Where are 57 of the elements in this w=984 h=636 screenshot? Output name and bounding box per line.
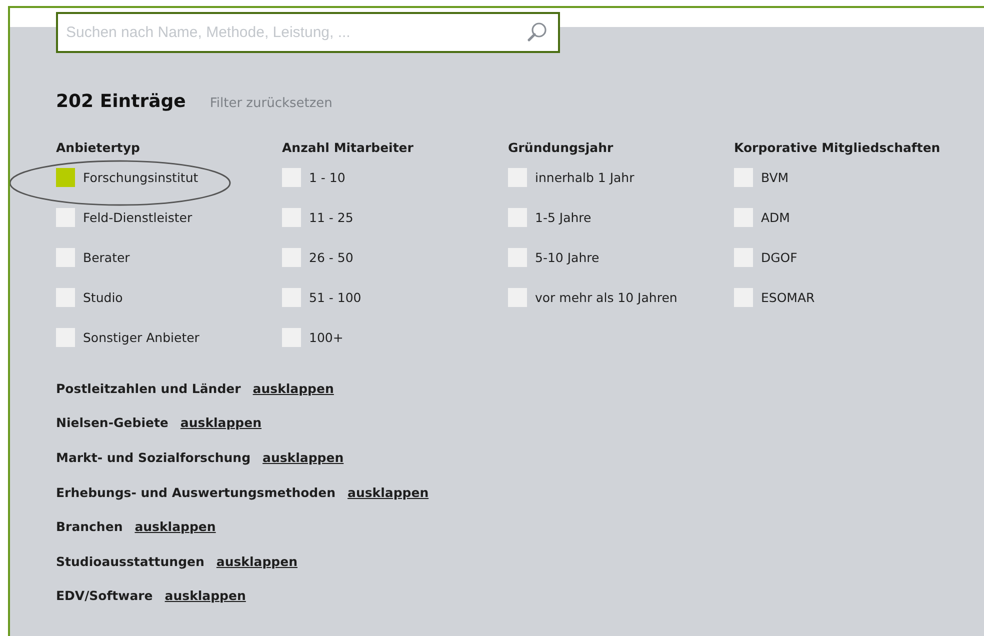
checkbox[interactable]	[56, 288, 75, 306]
section-title: Studioausstattungen	[56, 554, 204, 569]
expand-link[interactable]: ausklappen	[164, 588, 246, 604]
filter-option[interactable]: innerhalb 1 Jahr	[508, 161, 734, 193]
filter-option[interactable]: 100+	[282, 317, 508, 357]
expand-link[interactable]: ausklappen	[262, 450, 344, 465]
checkbox[interactable]	[282, 248, 301, 266]
expand-link[interactable]: ausklappen	[134, 519, 216, 534]
checkbox[interactable]	[508, 168, 527, 186]
checkbox[interactable]	[508, 208, 527, 226]
checkbox[interactable]	[734, 168, 753, 186]
section-title: EDV/Software	[56, 588, 153, 604]
checkbox[interactable]	[56, 168, 75, 186]
filter-group-title: Korporative Mitgliedschaften	[734, 140, 942, 155]
filter-option[interactable]: 11 - 25	[282, 197, 508, 237]
filter-group-title: Gründungsjahr	[508, 140, 614, 155]
filter-option[interactable]: 1-5 Jahre	[508, 197, 734, 237]
checkbox[interactable]	[56, 208, 75, 226]
filter-option[interactable]: 26 - 50	[282, 237, 508, 277]
filter-group-title: Anbietertyp	[56, 140, 141, 155]
checkbox[interactable]	[734, 248, 753, 266]
checkbox[interactable]	[56, 248, 75, 266]
filter-option[interactable]: Berater	[56, 237, 282, 277]
section-title: Branchen	[56, 519, 123, 534]
section-title: Postleitzahlen und Länder	[56, 380, 241, 396]
filter-option[interactable]: 1 - 10	[282, 161, 508, 193]
checkbox[interactable]	[282, 288, 301, 306]
checkbox[interactable]	[282, 328, 301, 346]
filter-option[interactable]: vor mehr als 10 Jahren	[508, 277, 734, 317]
filter-option[interactable]: ESOMAR	[734, 277, 974, 317]
filter-option[interactable]: Sonstiger Anbieter	[56, 317, 282, 357]
filter-group-title: Anzahl Mitarbeiter	[282, 140, 414, 155]
checkbox[interactable]	[734, 288, 753, 306]
expand-link[interactable]: ausklappen	[252, 380, 334, 396]
expand-link[interactable]: ausklappen	[216, 554, 298, 569]
checkbox[interactable]	[508, 248, 527, 266]
filter-option[interactable]: ADM	[734, 197, 974, 237]
expand-link[interactable]: ausklappen	[180, 415, 262, 430]
checkbox[interactable]	[282, 168, 301, 186]
section-title: Erhebungs- und Auswertungsmethoden	[56, 484, 336, 500]
checkbox[interactable]	[508, 288, 527, 306]
search-field[interactable]: Suchen nach Name, Methode, Leistung, ...	[56, 12, 560, 53]
checkbox[interactable]	[282, 208, 301, 226]
search-icon[interactable]	[526, 21, 548, 43]
result-count: 202 Einträge	[56, 91, 186, 112]
section-title: Nielsen-Gebiete	[56, 415, 168, 430]
expand-link[interactable]: ausklappen	[348, 484, 429, 500]
filter-option[interactable]: 51 - 100	[282, 277, 508, 317]
filter-option[interactable]: Forschungsinstitut	[56, 161, 282, 193]
section-title: Markt- und Sozialforschung	[56, 450, 251, 465]
checkbox[interactable]	[56, 328, 75, 346]
checkbox[interactable]	[734, 208, 753, 226]
filter-option[interactable]: BVM	[734, 161, 974, 193]
filter-option[interactable]: DGOF	[734, 237, 974, 277]
filter-option[interactable]: Studio	[56, 277, 282, 317]
filter-option[interactable]: 5-10 Jahre	[508, 237, 734, 277]
filter-option[interactable]: Feld-Dienstleister	[56, 197, 282, 237]
